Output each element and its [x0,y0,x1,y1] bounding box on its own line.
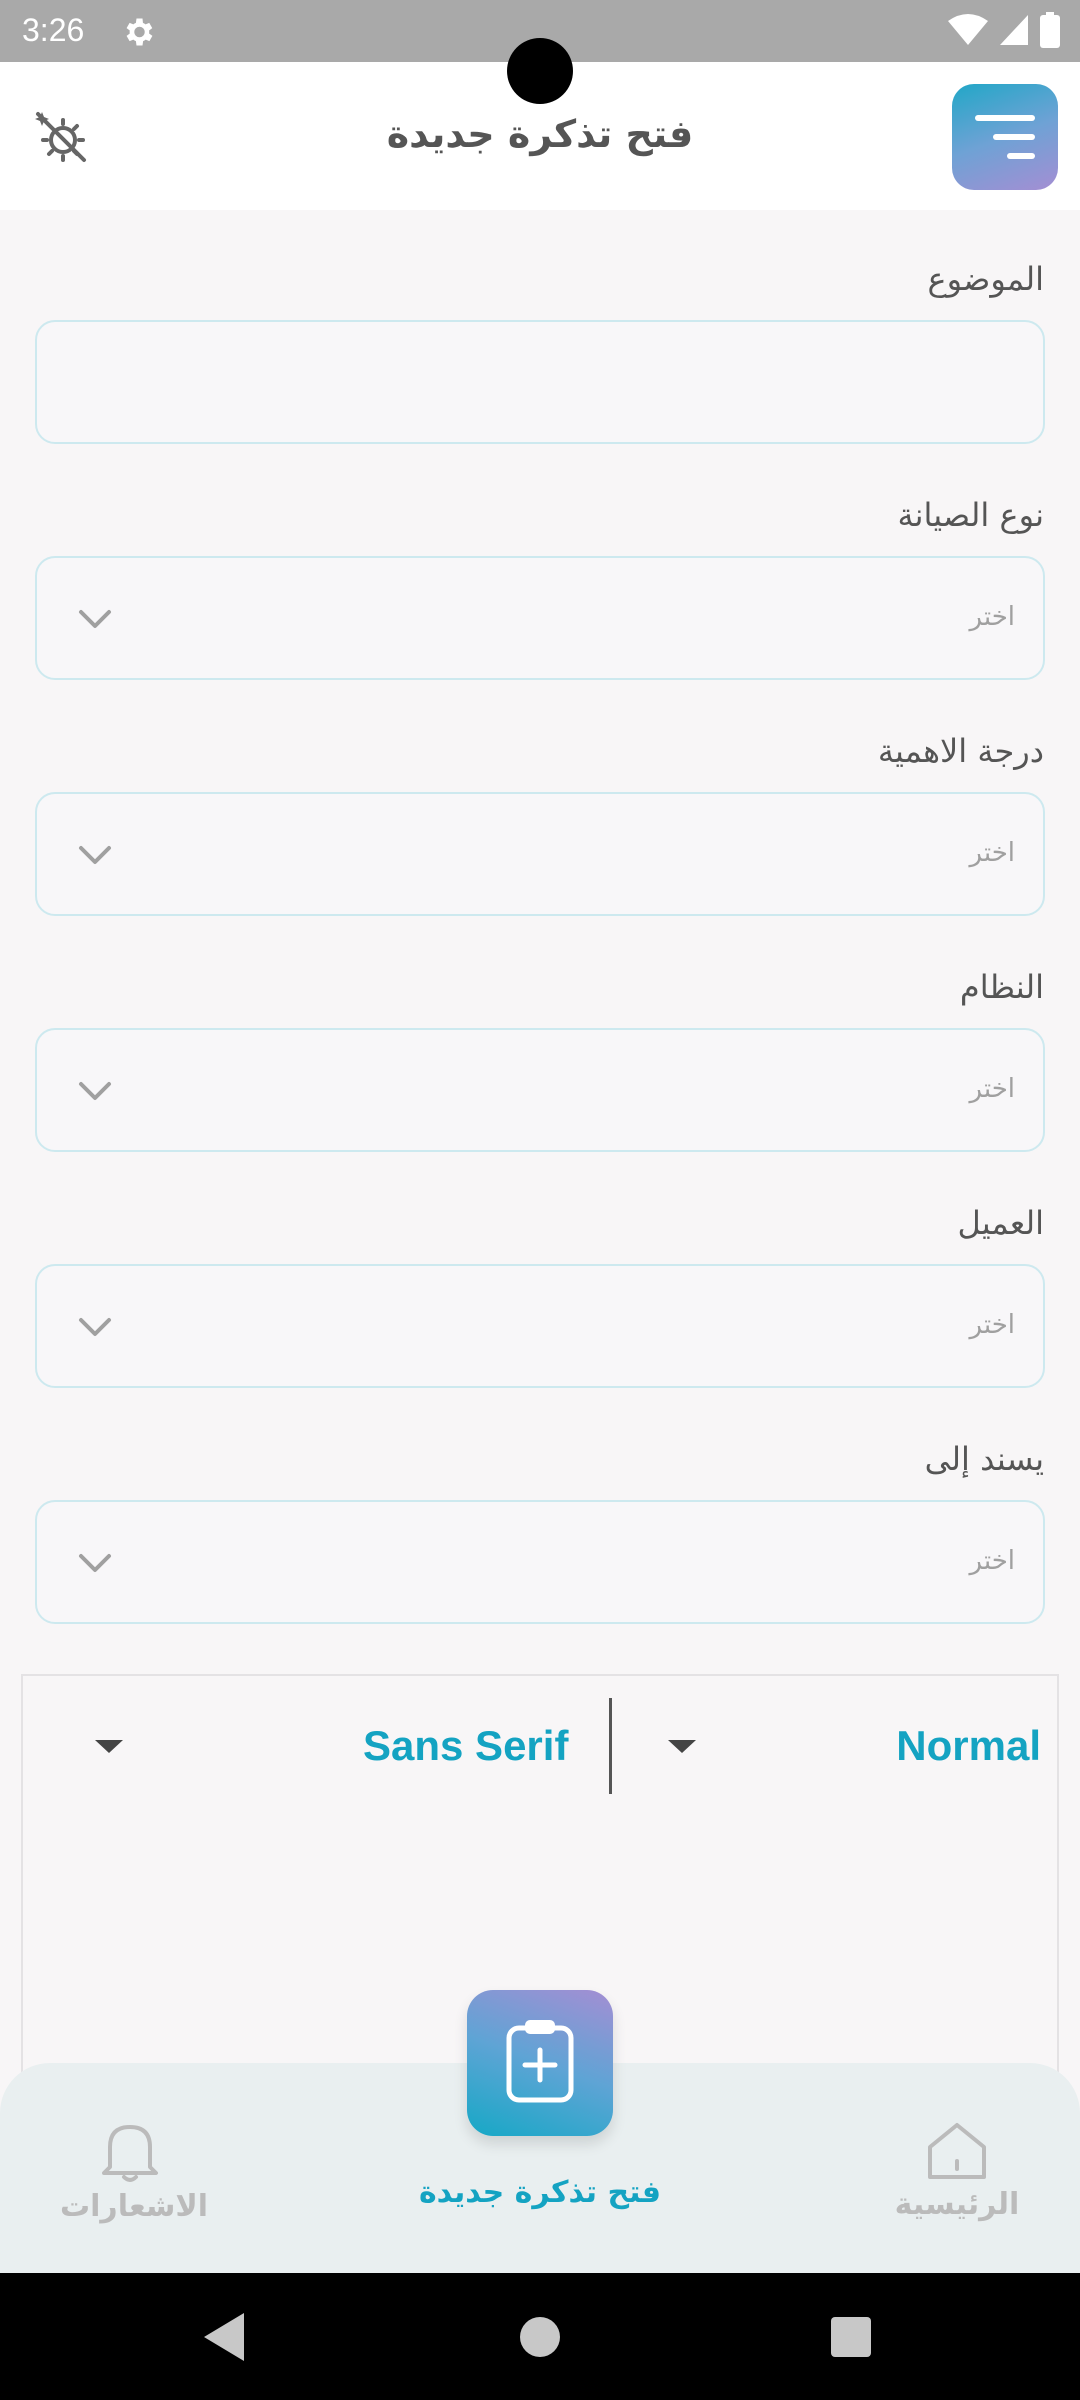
menu-button[interactable] [952,84,1058,190]
priority-label: درجة الاهمية [877,732,1044,770]
priority-placeholder: اختر [969,838,1016,868]
font-family-picker[interactable]: Sans Serif [363,1722,568,1770]
assignee-label: يسند إلى [924,1440,1044,1478]
priority-select[interactable]: اختر [35,792,1045,916]
system-navigation-bar [0,2273,1080,2400]
status-time: 3:26 [22,12,85,48]
caret-down-icon[interactable] [668,1740,696,1753]
system-select[interactable]: اختر [35,1028,1045,1152]
back-icon[interactable] [204,2313,244,2361]
client-select[interactable]: اختر [35,1264,1045,1388]
new-ticket-fab[interactable] [467,1990,613,2136]
page-title: فتح تذكرة جديدة [386,112,694,156]
toolbar-divider [609,1698,612,1794]
nav-home-label: الرئيسية [894,2187,1020,2222]
chevron-down-icon [79,610,111,628]
recents-icon[interactable] [831,2317,871,2357]
assignee-placeholder: اختر [969,1546,1016,1576]
system-nav-buttons [204,2313,871,2361]
subject-label: الموضوع [927,260,1044,298]
system-icons [948,12,1060,48]
home-icon [928,2123,986,2179]
nav-new-ticket[interactable]: فتح تذكرة جديدة [410,2175,670,2210]
battery-icon [1040,12,1060,48]
menu-lines-icon [975,115,1035,159]
camera-cutout [507,38,573,104]
wifi-icon [948,14,988,45]
caret-down-icon[interactable] [95,1740,123,1753]
gear-icon [126,18,153,46]
system-placeholder: اختر [969,1074,1016,1104]
subject-input[interactable] [35,320,1045,444]
client-label: العميل [957,1204,1044,1242]
system-label: النظام [959,968,1044,1006]
nav-notifications[interactable]: الاشعارات [60,2119,209,2224]
maintenance-type-select[interactable]: اختر [35,556,1045,680]
bell-icon [102,2125,158,2182]
client-placeholder: اختر [969,1310,1016,1340]
home-circle-icon[interactable] [520,2317,560,2357]
chevron-down-icon [79,1082,111,1100]
maintenance-type-label: نوع الصيانة [897,496,1044,534]
nav-new-ticket-label: فتح تذكرة جديدة [418,2175,662,2210]
nav-notifications-label: الاشعارات [60,2189,209,2224]
signal-icon [1000,15,1028,45]
chevron-down-icon [79,846,111,864]
clipboard-plus-icon [506,2020,574,2103]
paragraph-style-picker[interactable]: Normal [896,1722,1041,1770]
chevron-down-icon [79,1554,111,1572]
nav-home[interactable]: الرئيسية [892,2119,1022,2222]
maintenance-type-placeholder: اختر [969,602,1016,632]
chevron-down-icon [79,1318,111,1336]
assignee-select[interactable]: اختر [35,1500,1045,1624]
